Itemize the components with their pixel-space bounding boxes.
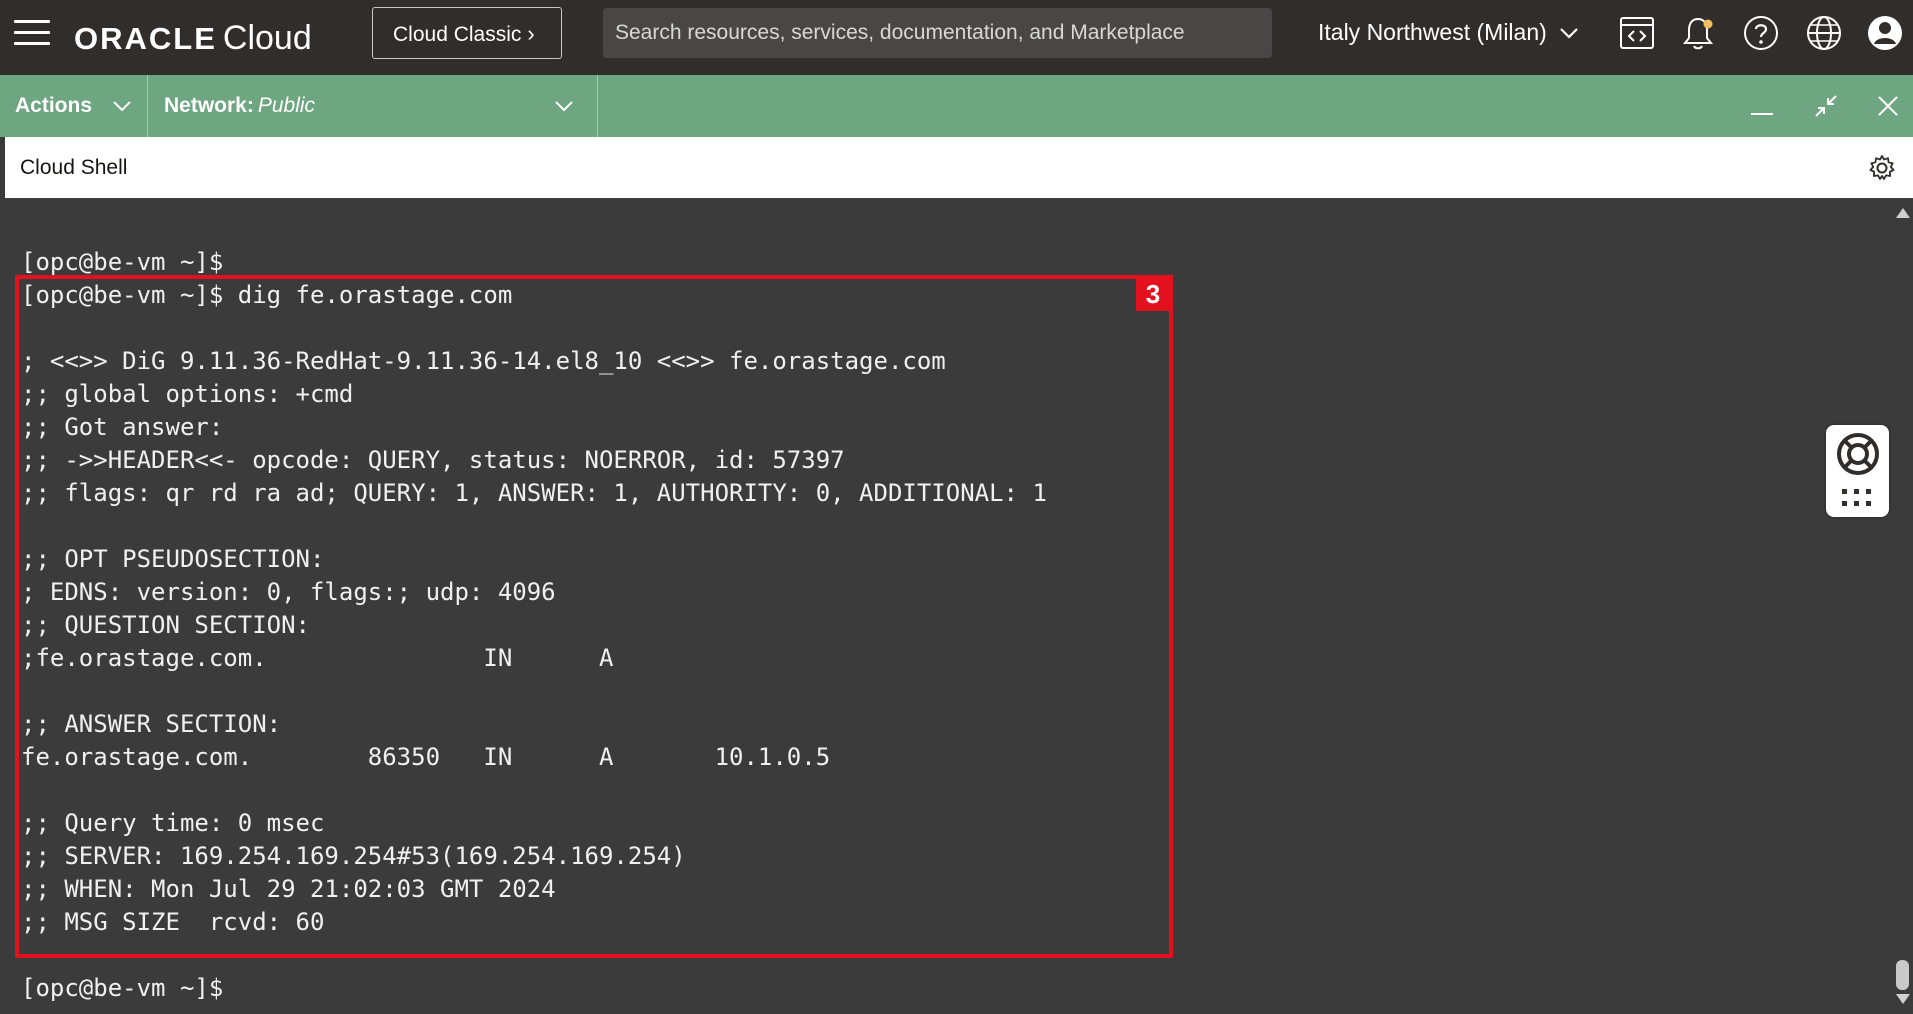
terminal-line: [opc@be-vm ~]$ <box>21 974 224 1002</box>
brand-oracle-text: ORACLE <box>74 21 217 56</box>
scrollbar-thumb[interactable] <box>1896 960 1909 990</box>
apps-grid-icon[interactable] <box>1840 487 1874 509</box>
help-widget[interactable] <box>1826 425 1889 517</box>
globe-icon[interactable] <box>1805 14 1843 52</box>
scroll-up-arrow-icon[interactable] <box>1896 208 1910 218</box>
terminal-scrollbar[interactable] <box>1892 198 1913 1014</box>
search-input[interactable]: Search resources, services, documentatio… <box>603 8 1272 58</box>
brand-cloud-text: Cloud <box>222 19 312 57</box>
oracle-cloud-logo[interactable]: ORACLE Cloud <box>74 16 312 61</box>
help-icon[interactable] <box>1742 14 1780 52</box>
bell-icon[interactable] <box>1679 14 1717 52</box>
chevron-right-icon: › <box>527 21 535 46</box>
actions-label: Actions <box>15 94 93 117</box>
annotation-highlight-box <box>15 275 1173 958</box>
search-placeholder: Search resources, services, documentatio… <box>615 21 1185 44</box>
chevron-down-icon <box>1560 28 1578 39</box>
terminal-output[interactable]: [opc@be-vm ~]$ [opc@be-vm ~]$ dig fe.ora… <box>5 198 1892 1014</box>
divider <box>597 75 598 137</box>
code-editor-icon[interactable] <box>1618 14 1656 52</box>
scroll-down-arrow-icon[interactable] <box>1896 994 1910 1004</box>
region-selector[interactable]: Italy Northwest (Milan) <box>1318 14 1579 50</box>
cloud-classic-button[interactable]: Cloud Classic › <box>372 7 562 59</box>
actions-menu[interactable]: Actions <box>15 75 132 137</box>
network-label: Network: <box>164 94 254 117</box>
top-navigation-bar: ORACLE Cloud Cloud Classic › Search resour… <box>0 0 1913 75</box>
restore-icon[interactable] <box>1812 92 1840 120</box>
chevron-down-icon[interactable] <box>554 100 574 112</box>
cloud-shell-header: Cloud Shell <box>5 137 1913 198</box>
cloud-shell-action-bar: Actions Network: Public <box>0 75 1913 137</box>
annotation-badge: 3 <box>1136 277 1170 311</box>
user-profile-icon[interactable] <box>1866 14 1904 52</box>
lifebuoy-icon[interactable] <box>1835 431 1881 477</box>
hamburger-menu-icon[interactable] <box>14 20 50 46</box>
cloud-classic-label: Cloud Classic <box>393 23 522 46</box>
network-selector[interactable]: Network: Public <box>164 75 315 137</box>
chevron-down-icon <box>113 101 131 112</box>
region-label: Italy Northwest (Milan) <box>1318 19 1547 45</box>
divider <box>147 75 148 137</box>
network-value: Public <box>257 94 316 117</box>
close-icon[interactable] <box>1874 92 1902 120</box>
minimize-icon[interactable] <box>1748 92 1776 120</box>
gear-icon[interactable] <box>1868 154 1896 182</box>
cloud-shell-title: Cloud Shell <box>20 156 128 179</box>
